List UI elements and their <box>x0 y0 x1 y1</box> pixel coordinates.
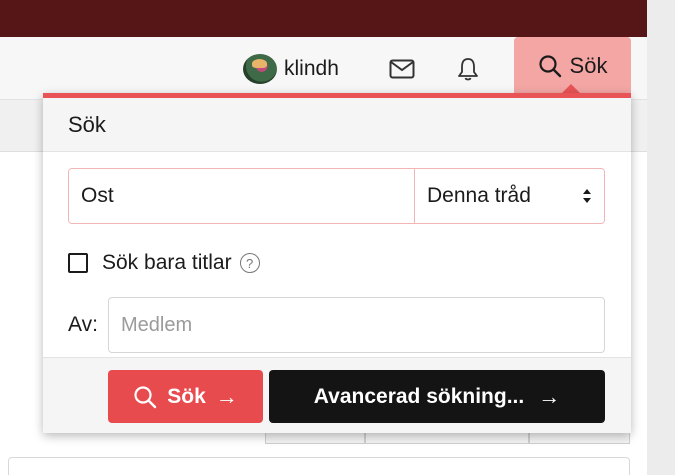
user-menu-link[interactable]: klindh <box>243 53 339 85</box>
arrow-right-icon: → <box>538 383 561 409</box>
scope-selected-value: Denna tråd <box>427 184 531 207</box>
member-row: Av: <box>68 297 605 353</box>
search-submit-button[interactable]: Sök → <box>108 370 263 423</box>
advanced-button-label: Avancerad sökning... <box>313 384 525 408</box>
search-scope-select[interactable]: Denna tråd <box>414 169 604 223</box>
search-row: Denna tråd <box>68 168 605 224</box>
envelope-icon <box>389 59 415 79</box>
alerts-button[interactable] <box>454 55 482 83</box>
search-popup: Sök Denna tråd Sök bara titlar ? Av: Sök <box>43 93 631 433</box>
popup-footer: Sök → Avancerad sökning... → <box>43 357 631 433</box>
arrow-right-icon: → <box>215 383 238 409</box>
popup-caret <box>562 84 580 93</box>
help-glyph: ? <box>245 255 254 271</box>
user-avatar <box>243 54 277 84</box>
inbox-button[interactable] <box>388 55 416 83</box>
search-button-label: Sök <box>167 384 206 408</box>
site-header-bar <box>0 0 647 37</box>
member-label: Av: <box>68 313 98 336</box>
page-gutter <box>647 0 675 475</box>
search-tab-label: Sök <box>569 52 608 78</box>
titles-only-row: Sök bara titlar ? <box>68 248 260 278</box>
help-icon[interactable]: ? <box>239 253 260 273</box>
advanced-search-button[interactable]: Avancerad sökning... → <box>269 370 605 423</box>
popup-header: Sök <box>43 98 631 152</box>
member-input[interactable] <box>107 297 605 353</box>
username: klindh <box>284 57 339 80</box>
search-icon <box>134 385 157 408</box>
search-keywords-input[interactable] <box>69 169 414 223</box>
titles-only-label[interactable]: Sök bara titlar <box>102 251 232 275</box>
bell-icon <box>458 58 478 81</box>
select-arrows-icon <box>583 189 591 203</box>
content-box <box>8 457 630 475</box>
search-icon <box>538 54 561 77</box>
popup-title: Sök <box>68 111 106 137</box>
titles-only-checkbox[interactable] <box>68 253 88 273</box>
